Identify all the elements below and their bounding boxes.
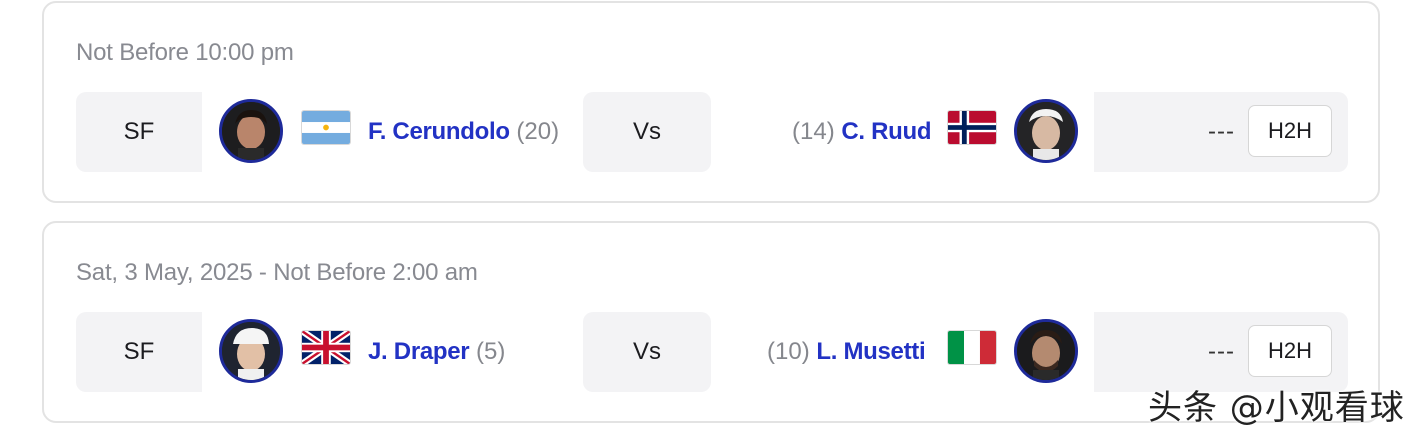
match-card: Not Before 10:00 pm SF F. Cerundolo (20)… xyxy=(42,1,1380,203)
h2h-button[interactable]: H2H xyxy=(1248,105,1332,157)
player2-name-text[interactable]: L. Musetti xyxy=(816,338,925,365)
match-time: Sat, 3 May, 2025 - Not Before 2:00 am xyxy=(76,259,478,286)
player2-avatar[interactable] xyxy=(1014,319,1078,383)
h2h-button[interactable]: H2H xyxy=(1248,325,1332,377)
player1-seed: (5) xyxy=(476,338,506,365)
player2-seed: (14) xyxy=(792,118,835,145)
vs-label: Vs xyxy=(583,312,711,392)
round-label: SF xyxy=(76,312,202,392)
uk-flag-icon xyxy=(301,330,351,365)
player1-name[interactable]: J. Draper (5) xyxy=(368,338,505,366)
round-label: SF xyxy=(76,92,202,172)
vs-label: Vs xyxy=(583,92,711,172)
score-area: --- H2H xyxy=(1094,92,1348,172)
player1-name-text[interactable]: F. Cerundolo xyxy=(368,118,510,145)
player2-avatar[interactable] xyxy=(1014,99,1078,163)
player2-name[interactable]: (14) C. Ruud xyxy=(792,118,932,146)
watermark: 头条 @小观看球 xyxy=(1148,388,1405,428)
player2-seed: (10) xyxy=(767,338,810,365)
player1-seed: (20) xyxy=(516,118,560,145)
italy-flag-icon xyxy=(947,330,997,365)
player1-avatar[interactable] xyxy=(219,319,283,383)
player2-name[interactable]: (10) L. Musetti xyxy=(767,338,926,366)
player2-name-text[interactable]: C. Ruud xyxy=(841,118,931,145)
player1-name[interactable]: F. Cerundolo (20) xyxy=(368,118,559,146)
match-time: Not Before 10:00 pm xyxy=(76,39,294,66)
argentina-flag-icon xyxy=(301,110,351,145)
score-text: --- xyxy=(1208,118,1235,145)
score-text: --- xyxy=(1208,338,1235,365)
norway-flag-icon xyxy=(947,110,997,145)
match-row[interactable]: SF F. Cerundolo (20) Vs (14) C. Ruud ---… xyxy=(76,92,1348,172)
player1-name-text[interactable]: J. Draper xyxy=(368,338,470,365)
player1-avatar[interactable] xyxy=(219,99,283,163)
